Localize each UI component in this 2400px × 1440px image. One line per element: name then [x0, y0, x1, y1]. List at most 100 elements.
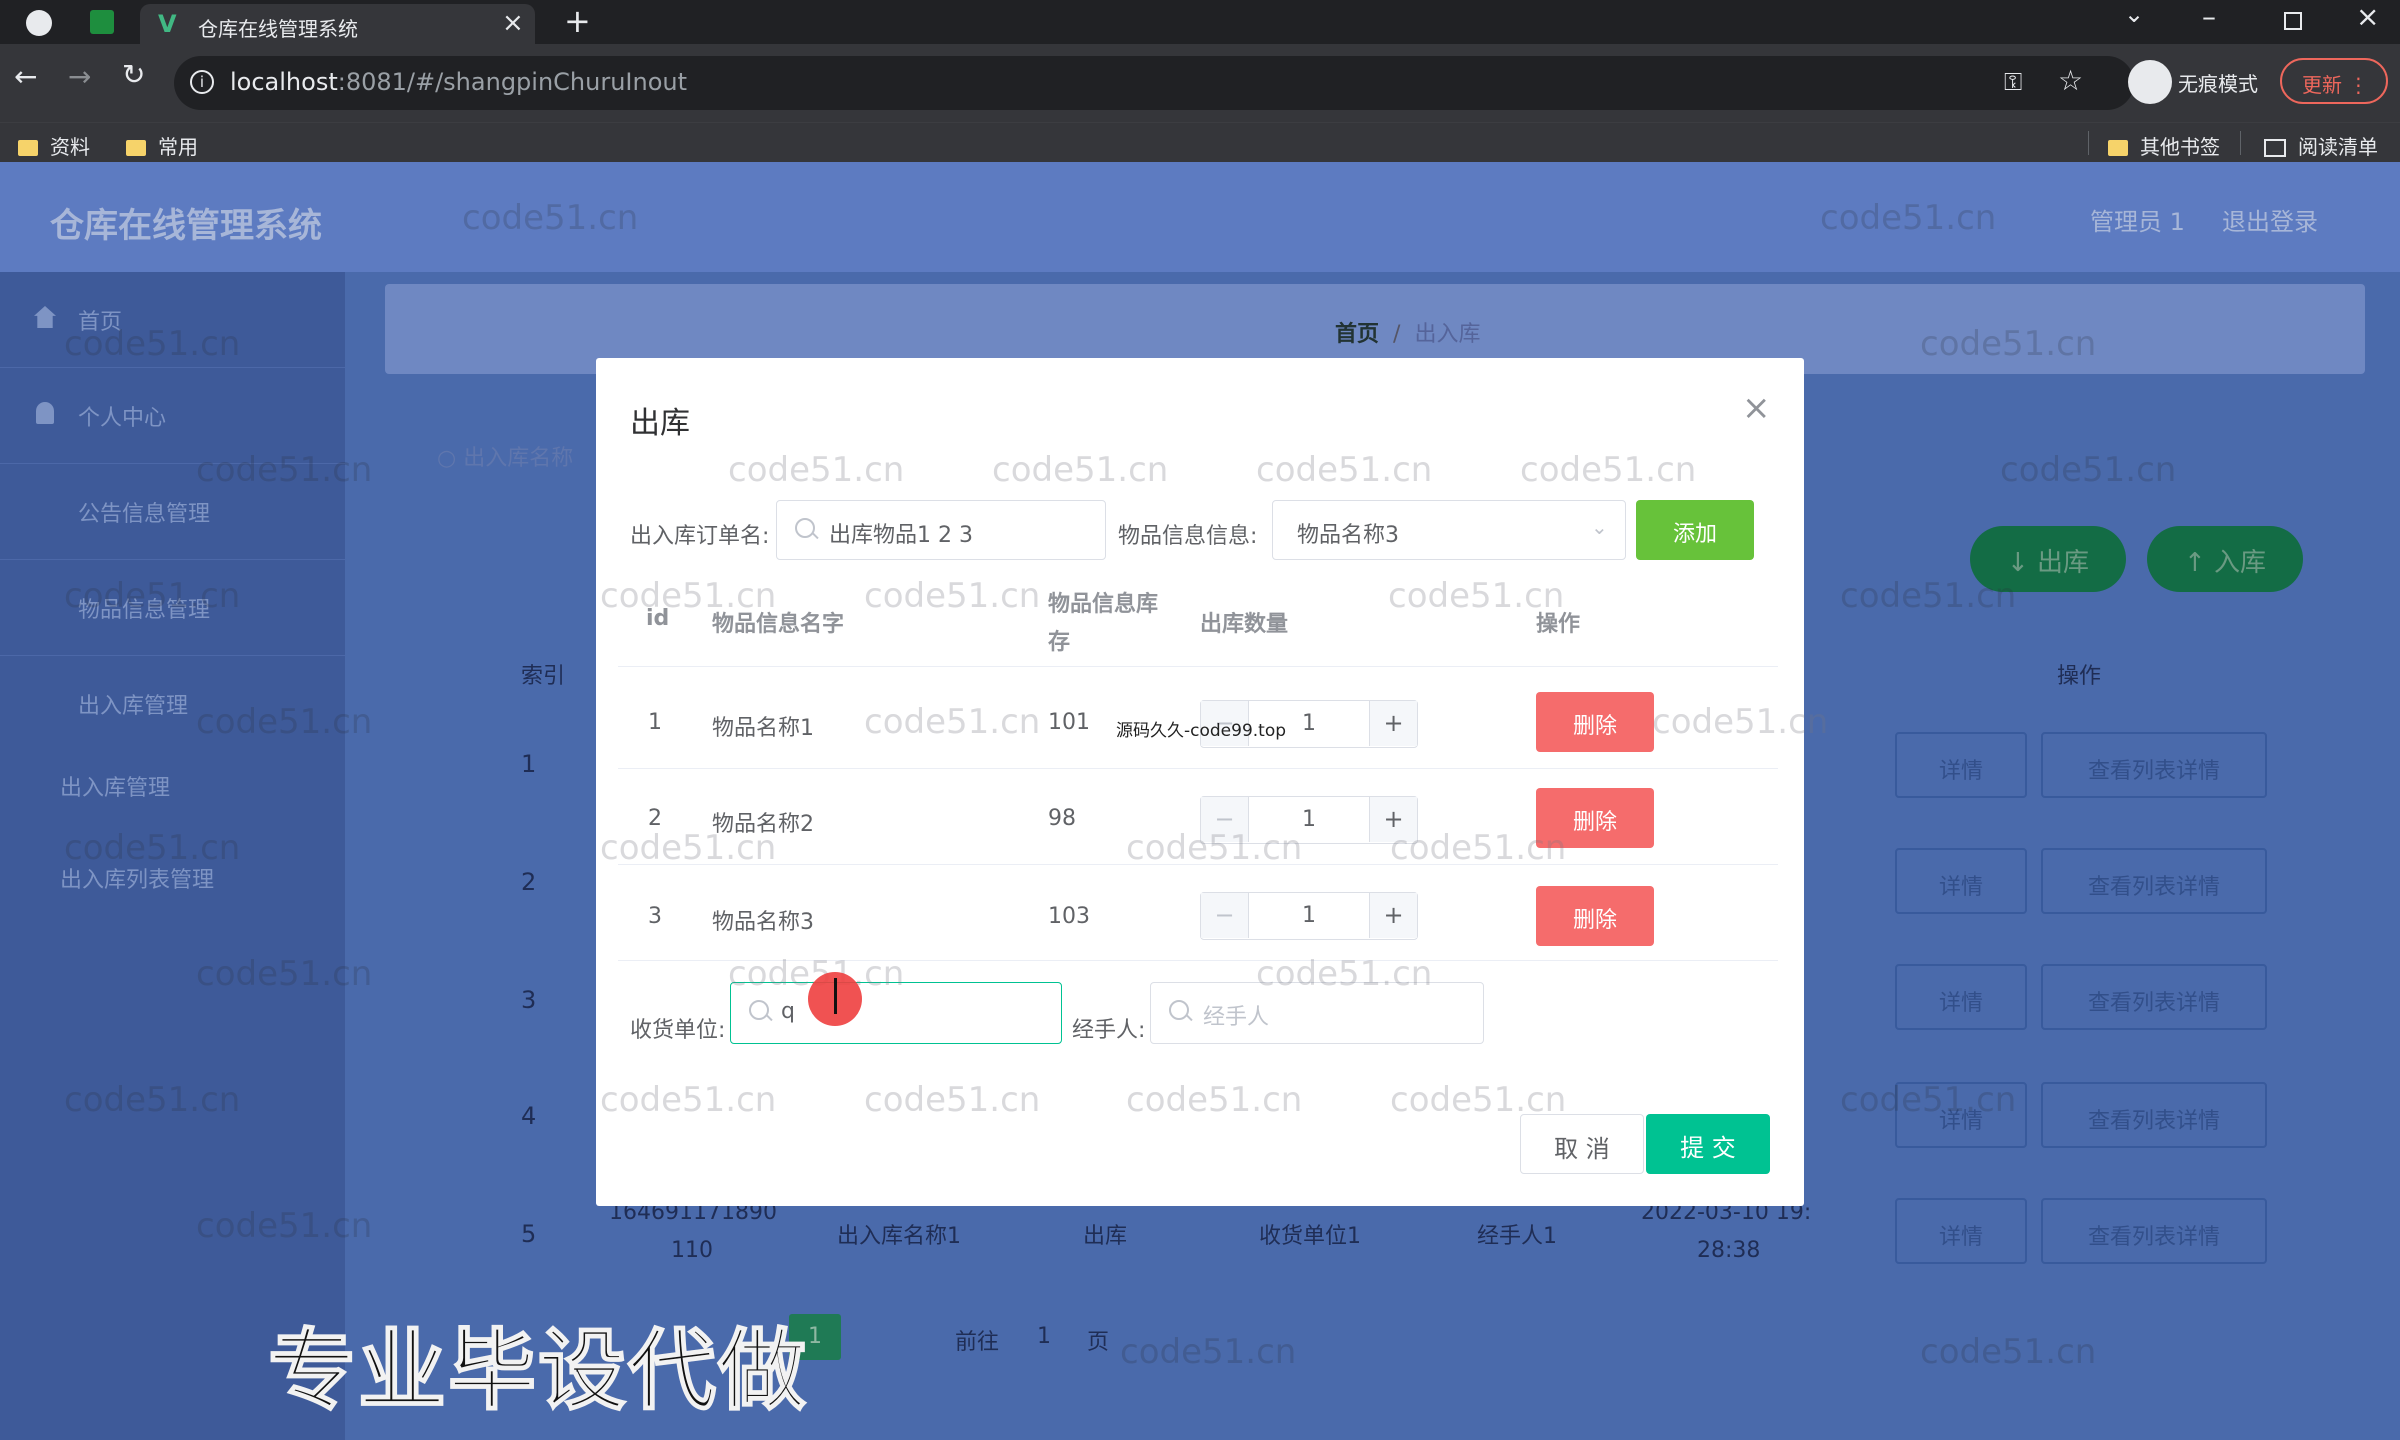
row-id: 3	[648, 904, 662, 929]
sidebar-item-label: 出入库管理	[78, 694, 189, 719]
watermark: code51.cn	[600, 1080, 777, 1120]
search-icon	[795, 518, 815, 538]
sidebar-subitem-inout[interactable]: 出入库管理	[60, 770, 170, 802]
watermark: code51.cn	[1652, 702, 1829, 742]
cancel-button[interactable]: 取 消	[1520, 1114, 1644, 1174]
row5-code-cont: 110	[671, 1238, 713, 1263]
quantity-value[interactable]: 1	[1249, 903, 1369, 928]
header-user: 管理员 1	[2090, 208, 2185, 236]
delete-button[interactable]: 删除	[1536, 886, 1654, 946]
new-tab-icon[interactable]: +	[564, 2, 591, 40]
forward-icon[interactable]: →	[68, 60, 91, 93]
row-stock: 101	[1048, 710, 1090, 735]
watermark: code51.cn	[600, 828, 777, 868]
watermark: code51.cn	[864, 576, 1041, 616]
search-input[interactable]: ○ 出入库名称	[437, 440, 573, 472]
text-cursor	[834, 978, 837, 1014]
list-detail-button[interactable]: 查看列表详情	[2041, 732, 2267, 798]
watermark: code51.cn	[196, 954, 373, 994]
outbound-dialog: 出库 × 出入库订单名: 出库物品1 2 3 物品信息信息: 物品名称3 ⌄ 添…	[596, 358, 1828, 1206]
star-icon[interactable]: ☆	[2058, 64, 2083, 97]
item-info-select[interactable]: 物品名称3 ⌄	[1272, 500, 1626, 560]
bookmarks-bar: 资料 常用 其他书签 阅读清单	[0, 122, 2400, 162]
watermark: code51.cn	[64, 1080, 241, 1120]
increment-button[interactable]: +	[1369, 701, 1417, 746]
incognito-icon	[2128, 60, 2172, 104]
increment-button[interactable]: +	[1369, 893, 1417, 938]
url-text: localhost:8081/#/shangpinChuruInout	[230, 68, 688, 96]
folder-icon	[18, 140, 38, 156]
watermark: code51.cn	[64, 828, 241, 868]
row5-type: 出库	[1083, 1224, 1128, 1249]
bookmark-folder-changyong[interactable]: 常用	[126, 131, 198, 160]
tab-title: 仓库在线管理系统	[198, 17, 358, 41]
breadcrumb-home[interactable]: 首页	[1335, 322, 1379, 347]
close-window-icon[interactable]: ×	[2356, 0, 2379, 33]
close-icon[interactable]: ×	[1742, 388, 1771, 428]
folder-icon	[2108, 140, 2128, 156]
table-header-index: 索引	[521, 664, 566, 689]
list-detail-button[interactable]: 查看列表详情	[2041, 848, 2267, 914]
overlay-stamp-text: 源码久久-code99.top	[1116, 721, 1287, 741]
back-icon[interactable]: ←	[14, 60, 37, 93]
submit-button[interactable]: 提 交	[1646, 1114, 1770, 1174]
logout-link[interactable]: 退出登录	[2222, 202, 2318, 237]
table-row-index: 1	[521, 750, 537, 778]
detail-button[interactable]: 详情	[1895, 1198, 2027, 1264]
handler-label: 经手人:	[1072, 1018, 1146, 1043]
row-divider	[618, 768, 1778, 769]
browser-tab[interactable]: V 仓库在线管理系统 ×	[140, 4, 535, 44]
reading-list[interactable]: 阅读清单	[2264, 131, 2378, 160]
info-icon: i	[190, 70, 214, 94]
tab-close-icon[interactable]: ×	[502, 8, 524, 38]
sidebar-item-label: 个人中心	[78, 406, 167, 431]
table-row-index: 3	[521, 986, 537, 1014]
reading-list-icon	[2264, 139, 2286, 157]
bookmark-folder-ziliao[interactable]: 资料	[18, 131, 90, 160]
key-icon[interactable]: ⚿	[2004, 68, 2022, 96]
watermark: code51.cn	[600, 576, 777, 616]
delete-button[interactable]: 删除	[1536, 692, 1654, 752]
watermark: code51.cn	[1520, 450, 1697, 490]
list-detail-button[interactable]: 查看列表详情	[2041, 964, 2267, 1030]
list-detail-button[interactable]: 查看列表详情	[2041, 1082, 2267, 1148]
minimize-icon[interactable]: –	[2202, 0, 2216, 33]
item-info-label: 物品信息信息:	[1118, 524, 1258, 549]
detail-button[interactable]: 详情	[1895, 732, 2027, 798]
pagination-page-input[interactable]: 1	[1037, 1324, 1051, 1349]
list-detail-button[interactable]: 查看列表详情	[2041, 1198, 2267, 1264]
detail-button[interactable]: 详情	[1895, 964, 2027, 1030]
restore-icon[interactable]	[2284, 12, 2302, 30]
row-id: 1	[648, 710, 662, 735]
sidebar-item-label: 公告信息管理	[78, 502, 211, 527]
watermark: code51.cn	[64, 324, 241, 364]
watermark: code51.cn	[196, 1206, 373, 1246]
detail-button[interactable]: 详情	[1895, 848, 2027, 914]
app-header: 仓库在线管理系统 管理员 1 退出登录	[0, 162, 2400, 272]
watermark: code51.cn	[728, 450, 905, 490]
col-stock: 物品信息库	[1048, 592, 1159, 617]
quantity-stepper[interactable]: − 1 +	[1200, 892, 1418, 940]
decrement-button[interactable]: −	[1201, 893, 1249, 938]
col-stock-cont: 存	[1048, 630, 1071, 655]
watermark: code51.cn	[196, 450, 373, 490]
add-button[interactable]: 添加	[1636, 500, 1754, 560]
inbound-button[interactable]: ↑ 入库	[2147, 526, 2303, 592]
row-name: 物品名称1	[712, 716, 814, 741]
reload-icon[interactable]: ↻	[122, 58, 145, 91]
watermark: code51.cn	[1388, 576, 1565, 616]
pagination-page-unit: 页	[1087, 1330, 1110, 1355]
search-icon: ○	[437, 446, 464, 471]
update-button[interactable]: 更新 ⋮	[2280, 58, 2388, 104]
address-bar[interactable]: i localhost:8081/#/shangpinChuruInout ⚿ …	[174, 56, 2134, 110]
watermark: code51.cn	[992, 450, 1169, 490]
other-bookmarks[interactable]: 其他书签	[2108, 131, 2220, 160]
watermark: code51.cn	[1126, 828, 1303, 868]
watermark: code51.cn	[1920, 1332, 2097, 1372]
watermark: code51.cn	[1840, 576, 2017, 616]
browser-toolbar: ← → ↻ i localhost:8081/#/shangpinChuruIn…	[0, 44, 2400, 122]
search-icon	[1169, 1000, 1189, 1020]
tab-search-icon[interactable]: ⌄	[2124, 0, 2144, 28]
order-name-input[interactable]: 出库物品1 2 3	[776, 500, 1106, 560]
user-icon	[36, 402, 54, 424]
